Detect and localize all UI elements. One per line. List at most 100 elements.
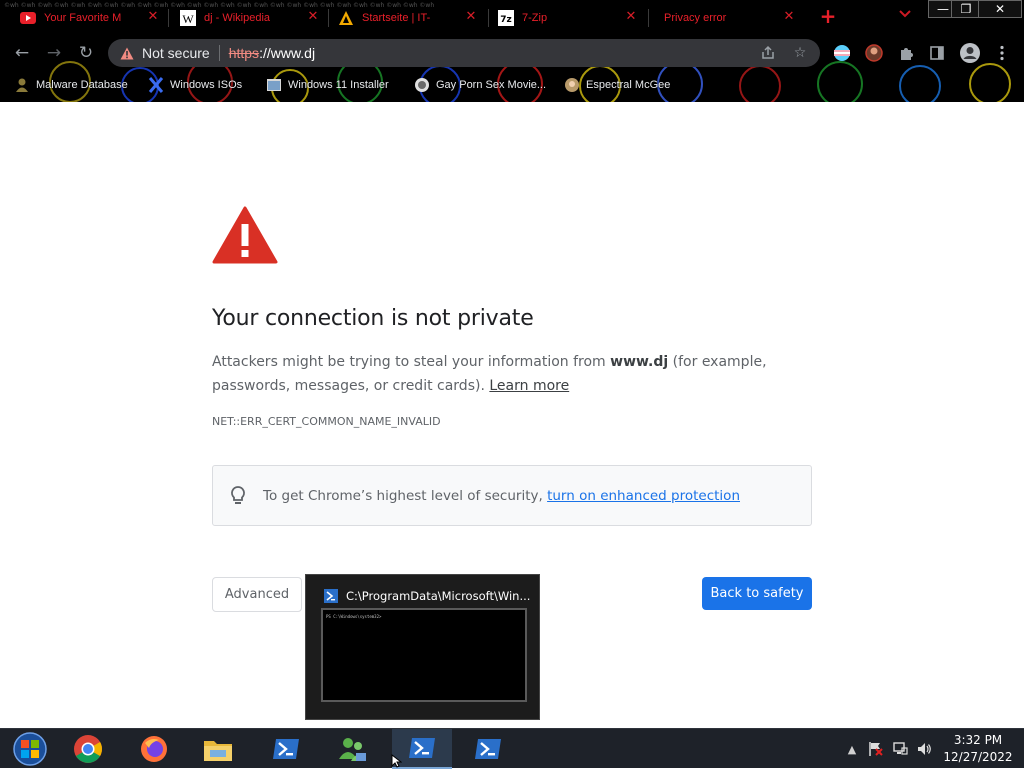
wikipedia-icon: W [180, 10, 196, 26]
url-scheme: https [228, 45, 260, 61]
clock-date: 12/27/2022 [943, 750, 1013, 764]
forward-arrow-icon[interactable]: → [43, 42, 65, 64]
start-orb-icon [13, 732, 47, 766]
taskbar-firefox[interactable] [124, 729, 184, 769]
installer-icon [266, 77, 282, 93]
tab-close-icon[interactable]: ✕ [146, 10, 160, 24]
tab-7zip[interactable]: 7z 7-Zip ✕ [478, 2, 646, 34]
bookmark-label: Malware Database [36, 79, 128, 91]
warning-triangle-icon [212, 206, 278, 264]
x-icon [148, 77, 164, 93]
taskbar-powershell[interactable] [256, 729, 316, 769]
tab-title: Privacy error [664, 12, 727, 24]
file-explorer-icon [204, 741, 232, 761]
tab-search-chevron-icon[interactable] [896, 8, 914, 26]
bookmark-espectral-mcgee[interactable]: Espectral McGee [564, 75, 670, 95]
page-title: Your connection is not private [212, 306, 534, 331]
share-icon[interactable] [760, 45, 776, 61]
bookmark-label: Windows ISOs [170, 79, 243, 91]
browser-toolbar: ← → ↻ Not secure https://www.dj ☆ [0, 36, 1024, 70]
tab-close-icon[interactable]: ✕ [464, 10, 478, 24]
back-arrow-icon[interactable]: ← [11, 42, 33, 64]
powershell-icon [409, 738, 435, 758]
bookmark-site[interactable]: Gay Porn Sex Movie... [414, 75, 546, 95]
tab-title: 7-Zip [522, 12, 548, 24]
taskbar-file-explorer[interactable] [188, 729, 248, 769]
firefox-icon [141, 736, 167, 762]
bookmark-label: Gay Porn Sex Movie... [436, 79, 547, 91]
side-panel-icon[interactable] [927, 43, 947, 63]
network-icon[interactable] [892, 741, 908, 757]
new-tab-button[interactable]: + [818, 6, 838, 26]
bookmarks-bar: Malware Database Windows ISOs Windows 11… [0, 72, 1024, 98]
clock-time: 3:32 PM [953, 733, 1003, 747]
reload-icon[interactable]: ↻ [75, 42, 97, 64]
taskbar-thumbnail-preview[interactable]: C:\ProgramData\Microsoft\Win... PS C:\Wi… [305, 574, 540, 720]
lightbulb-icon [231, 485, 245, 504]
powershell-icon [273, 739, 299, 759]
bookmark-windows-11-installer[interactable]: Windows 11 Installer [266, 75, 389, 95]
warning-icon[interactable] [120, 46, 134, 60]
close-window-button[interactable]: ✕ [978, 0, 1022, 18]
volume-icon[interactable] [916, 741, 932, 757]
browser-chrome: ©wh ©wh ©wh ©wh ©wh ©wh ©wh ©wh ©wh ©wh … [0, 0, 1024, 102]
svg-text:7z: 7z [500, 15, 512, 25]
enhanced-protection-box: To get Chrome’s highest level of securit… [212, 465, 812, 526]
profile-extension-icon[interactable] [864, 43, 884, 63]
tab-title: dj - Wikipedia [204, 12, 271, 24]
bookmark-label: Espectral McGee [586, 79, 671, 91]
omnibox-divider [218, 45, 220, 61]
restore-button[interactable]: ❐ [951, 0, 981, 18]
youtube-icon [20, 10, 36, 26]
tab-wikipedia[interactable]: W dj - Wikipedia ✕ [160, 2, 328, 34]
main-message: Attackers might be trying to steal your … [212, 350, 812, 398]
action-center-flag-icon[interactable] [868, 741, 884, 757]
taskbar-chrome[interactable] [58, 729, 118, 769]
not-secure-label[interactable]: Not secure [142, 45, 210, 61]
site-icon [564, 77, 580, 93]
system-clock[interactable]: 3:32 PM 12/27/2022 [936, 732, 1020, 766]
enhanced-protection-link[interactable]: turn on enhanced protection [547, 488, 740, 504]
flag-extension-icon[interactable] [832, 43, 852, 63]
7zip-icon: 7z [498, 10, 514, 26]
tab-close-icon[interactable]: ✕ [782, 10, 796, 24]
tab-youtube[interactable]: Your Favorite M ✕ [0, 2, 168, 34]
advanced-button[interactable]: Advanced [212, 577, 302, 612]
url-text[interactable]: https://www.dj [229, 45, 315, 61]
bookmark-star-icon[interactable]: ☆ [792, 45, 808, 61]
message-host: www.dj [610, 354, 669, 370]
error-code[interactable]: NET::ERR_CERT_COMMON_NAME_INVALID [212, 415, 441, 428]
windows-taskbar: ▲ 3:32 PM 12/27/2022 [0, 728, 1024, 769]
bookmark-malware-database[interactable]: Malware Database [14, 75, 128, 95]
powershell-icon [324, 589, 338, 603]
powershell-icon [475, 739, 501, 759]
extensions-puzzle-icon[interactable] [896, 43, 916, 63]
tab-title: Your Favorite M [44, 12, 122, 24]
learn-more-link[interactable]: Learn more [489, 378, 569, 394]
svg-text:W: W [182, 12, 194, 26]
address-bar[interactable]: Not secure https://www.dj ☆ [108, 39, 820, 67]
show-hidden-icons-chevron-icon[interactable]: ▲ [844, 741, 860, 757]
tab-privacy-error[interactable]: Privacy error ✕ [636, 2, 804, 34]
enhanced-prefix: To get Chrome’s highest level of securit… [263, 487, 548, 504]
preview-title: C:\ProgramData\Microsoft\Win... [324, 589, 530, 603]
url-host: ://www.dj [259, 45, 316, 61]
bookmark-label: Windows 11 Installer [288, 79, 389, 91]
preview-window-title: C:\ProgramData\Microsoft\Win... [346, 589, 531, 603]
malware-icon [14, 77, 30, 93]
menu-dots-icon[interactable] [992, 43, 1012, 63]
tab-startseite[interactable]: Startseite | IT- ✕ [318, 2, 486, 34]
back-to-safety-button[interactable]: Back to safety [702, 577, 812, 610]
tab-title: Startseite | IT- [362, 12, 431, 24]
start-button[interactable] [0, 729, 60, 769]
message-text: Attackers might be trying to steal your … [212, 354, 611, 370]
enhanced-protection-text: To get Chrome’s highest level of securit… [263, 488, 740, 504]
taskbar-powershell-2[interactable] [458, 729, 518, 769]
mouse-cursor-icon [391, 754, 402, 768]
profile-avatar-icon[interactable] [958, 41, 982, 65]
console-window-thumbnail: PS C:\Windows\system32> [321, 608, 527, 702]
bookmark-windows-isos[interactable]: Windows ISOs [148, 75, 242, 95]
warning-triangle-icon [338, 10, 354, 26]
chrome-icon [74, 735, 102, 763]
taskbar-users[interactable] [322, 729, 382, 769]
